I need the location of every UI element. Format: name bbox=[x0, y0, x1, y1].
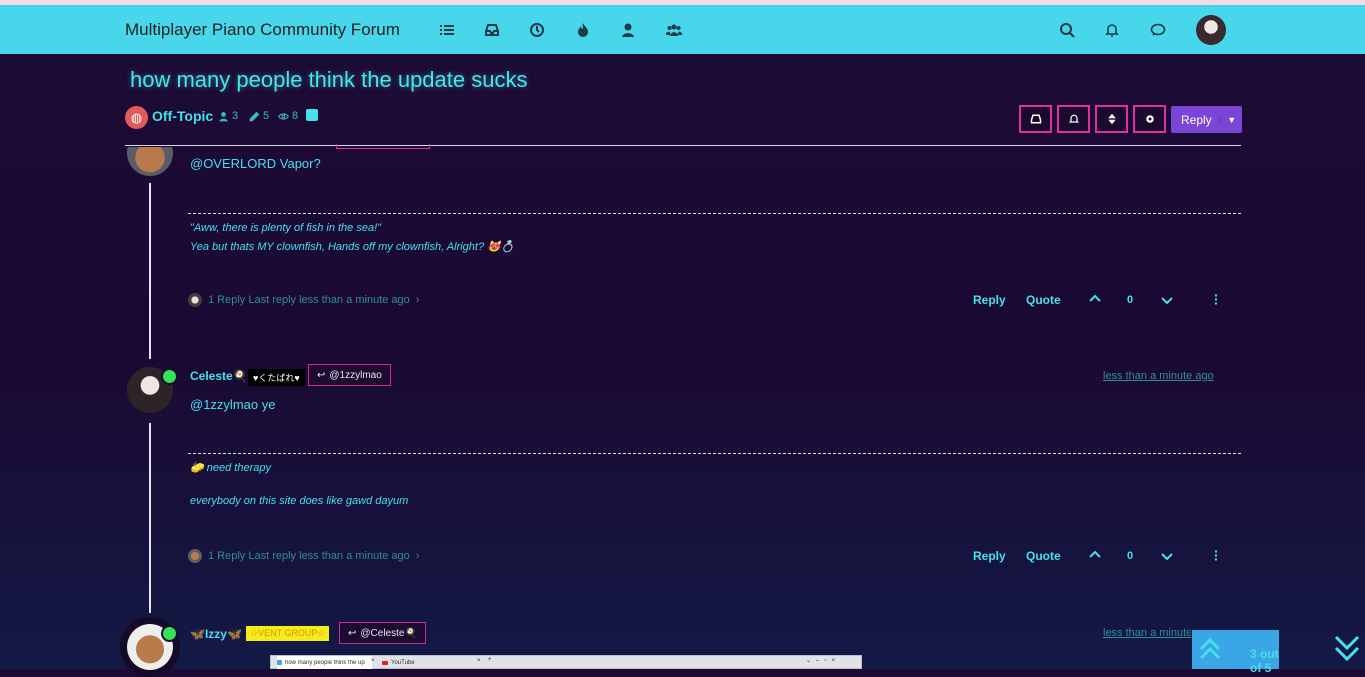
posters-count: 3 bbox=[232, 110, 239, 122]
tab-title: how many people think the upd bbox=[285, 659, 365, 666]
reply-to-tag[interactable]: ↩ @1zzylmao bbox=[308, 364, 391, 386]
post-timestamp[interactable]: less than a minute ago bbox=[1103, 370, 1214, 382]
tab-close-icon[interactable]: × bbox=[371, 658, 375, 664]
user-icon[interactable] bbox=[620, 22, 636, 38]
topic-title: how many people think the update sucks bbox=[130, 67, 528, 92]
downvote-icon[interactable] bbox=[1161, 550, 1173, 562]
fire-icon[interactable] bbox=[575, 22, 591, 38]
chevron-right-icon: › bbox=[415, 294, 420, 306]
eye-icon bbox=[278, 112, 289, 120]
post-timestamp[interactable]: less than a minute ago bbox=[1103, 627, 1191, 639]
online-status-indicator bbox=[161, 368, 178, 385]
user-icon bbox=[219, 111, 228, 121]
vote-count: 0 bbox=[1127, 294, 1134, 306]
window-controls[interactable]: ⌄ – ▫ × bbox=[806, 657, 835, 664]
views-stat: 8 bbox=[278, 110, 298, 122]
reply-arrow-icon: ↩ bbox=[317, 369, 326, 381]
online-status-indicator bbox=[161, 625, 178, 642]
chevron-right-icon: › bbox=[415, 550, 420, 562]
vote-count: 0 bbox=[1127, 550, 1134, 562]
replies-text: 1 Reply Last reply less than a minute ag… bbox=[208, 294, 410, 306]
youtube-icon bbox=[382, 660, 388, 665]
thread-line bbox=[149, 423, 151, 613]
double-chevron-down-icon[interactable] bbox=[1334, 634, 1360, 664]
caret-down-icon[interactable]: ▼ bbox=[1220, 114, 1242, 125]
posters-stat: 3 bbox=[218, 110, 238, 122]
post-author[interactable]: 🦋Izzy🦋 bbox=[190, 627, 242, 641]
sort-icon bbox=[1107, 113, 1116, 125]
inbox-icon[interactable] bbox=[484, 22, 500, 38]
reply-arrow-icon: ↩ bbox=[348, 627, 357, 639]
views-count: 8 bbox=[292, 110, 299, 122]
reply-to-user: @1zzylmao bbox=[329, 369, 382, 381]
signature-line: everybody on this site does like gawd da… bbox=[190, 495, 409, 507]
posts-count: 5 bbox=[263, 110, 270, 122]
reply-to-tag[interactable]: ↩ @Celeste🍳 bbox=[339, 622, 426, 644]
post-content: @OVERLORD Vapor? bbox=[190, 156, 321, 171]
upvote-icon[interactable] bbox=[1089, 549, 1101, 561]
header-divider bbox=[125, 145, 1241, 146]
new-tab-icon[interactable]: + bbox=[488, 657, 492, 663]
chat-icon[interactable] bbox=[1150, 22, 1166, 38]
posts-stat: 5 bbox=[249, 110, 269, 122]
thread-line bbox=[149, 183, 151, 359]
reply-button[interactable]: Reply bbox=[973, 549, 1006, 563]
replies-text: 1 Reply Last reply less than a minute ag… bbox=[208, 550, 410, 562]
user-avatar[interactable] bbox=[1196, 15, 1226, 45]
browser-tab[interactable]: how many people think the upd bbox=[277, 656, 372, 669]
replies-link[interactable]: 1 Reply Last reply less than a minute ag… bbox=[188, 293, 419, 307]
pencil-icon bbox=[249, 111, 260, 121]
watch-button[interactable] bbox=[1057, 105, 1090, 133]
replies-link[interactable]: 1 Reply Last reply less than a minute ag… bbox=[188, 549, 419, 563]
users-icon[interactable] bbox=[666, 22, 682, 38]
globe-icon[interactable]: ◍ bbox=[125, 106, 148, 129]
bell-icon bbox=[1068, 114, 1079, 123]
post-content: @1zzylmao ye bbox=[190, 397, 276, 412]
post-menu-icon[interactable]: · · · bbox=[1214, 544, 1219, 566]
forum-brand[interactable]: Multiplayer Piano Community Forum bbox=[125, 20, 400, 40]
signature-line: 🧽 need therapy bbox=[190, 462, 271, 474]
clock-icon[interactable] bbox=[529, 22, 545, 38]
reply-to-user: @Celeste🍳 bbox=[360, 627, 417, 639]
post-menu-icon[interactable]: · · · bbox=[1214, 288, 1219, 310]
signature-line: "Aww, there is plenty of fish in the sea… bbox=[190, 222, 382, 234]
post-avatar[interactable] bbox=[127, 147, 173, 176]
reply-to-tag-fragment bbox=[336, 144, 430, 149]
user-badge: ♥くたばれ♥ bbox=[248, 369, 305, 386]
reply-button-label: Reply bbox=[1181, 112, 1212, 127]
post-author[interactable]: Celeste🍳 bbox=[190, 369, 248, 383]
upvote-icon[interactable] bbox=[1089, 293, 1101, 305]
tab-title: YouTube bbox=[391, 659, 415, 666]
search-icon[interactable] bbox=[1059, 22, 1075, 38]
downvote-icon[interactable] bbox=[1161, 294, 1173, 306]
browser-window-overlay: how many people think the upd × YouTube … bbox=[270, 655, 862, 669]
gear-icon bbox=[1145, 115, 1154, 123]
pagination-count: 3 out of 5 bbox=[1250, 647, 1279, 675]
list-icon[interactable] bbox=[439, 22, 455, 38]
browser-tab[interactable]: YouTube bbox=[382, 656, 472, 669]
pagination-scroller[interactable]: 3 out of 5 bbox=[1192, 630, 1279, 675]
top-navbar: Multiplayer Piano Community Forum bbox=[0, 5, 1365, 54]
double-chevron-up-icon[interactable] bbox=[1198, 636, 1222, 660]
sort-button[interactable] bbox=[1095, 105, 1128, 133]
quote-button[interactable]: Quote bbox=[1026, 549, 1061, 563]
signature-line: Yea but thats MY clownfish, Hands off my… bbox=[190, 241, 515, 253]
topic-reply-button[interactable]: Reply ▼ bbox=[1171, 106, 1242, 133]
inbox-icon bbox=[1030, 114, 1041, 124]
inbox-button[interactable] bbox=[1019, 105, 1052, 133]
reply-button[interactable]: Reply bbox=[973, 293, 1006, 307]
tab-close-icon[interactable]: × bbox=[477, 658, 481, 664]
settings-button[interactable] bbox=[1133, 105, 1166, 133]
category-label[interactable]: Off-Topic bbox=[152, 108, 213, 124]
tab-favicon-icon bbox=[277, 660, 282, 665]
signature-divider bbox=[188, 453, 1241, 454]
quote-button[interactable]: Quote bbox=[1026, 293, 1061, 307]
rss-icon[interactable] bbox=[306, 109, 318, 121]
reply-avatar bbox=[188, 293, 202, 307]
bell-icon[interactable] bbox=[1104, 22, 1120, 38]
user-badge: ☆VENT GROUP☆ bbox=[246, 626, 330, 641]
signature-divider bbox=[188, 213, 1241, 214]
reply-avatar bbox=[188, 549, 202, 563]
